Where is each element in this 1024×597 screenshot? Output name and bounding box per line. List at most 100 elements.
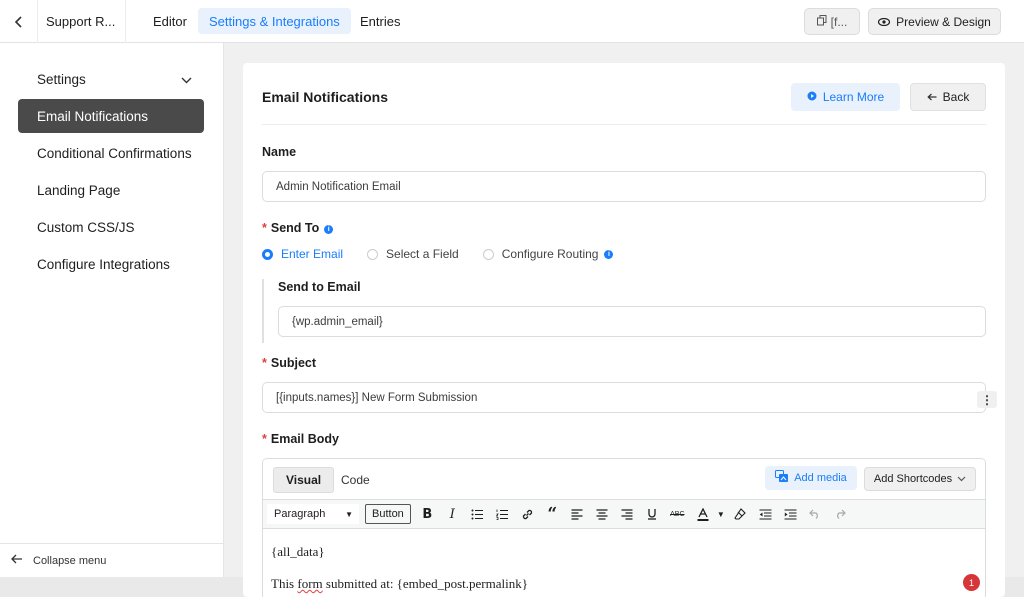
more-vertical-icon[interactable]: ⋮ [977, 391, 997, 408]
tab-code[interactable]: Code [329, 467, 382, 493]
editor-content-area[interactable]: {all_data} This form submitted at: {embe… [263, 529, 985, 597]
add-shortcodes-button[interactable]: Add Shortcodes [864, 467, 976, 491]
outdent-icon[interactable] [753, 503, 778, 525]
required-asterisk: * [262, 221, 267, 235]
editor-line: This form submitted at: {embed_post.perm… [271, 576, 528, 592]
strikethrough-icon[interactable]: ABC [665, 503, 690, 525]
header-divider [262, 124, 986, 125]
align-left-icon[interactable] [565, 503, 590, 525]
misspelled-word: form [297, 576, 323, 591]
tab-entries[interactable]: Entries [349, 8, 411, 34]
arrow-left-icon [11, 554, 23, 567]
required-asterisk: * [262, 432, 267, 446]
sidebar-item-label: Custom CSS/JS [37, 219, 135, 235]
editor-line-prefix: This [271, 576, 298, 591]
radio-circle [262, 248, 273, 260]
editor-line-suffix: submitted at: {embed_post.permalink} [322, 576, 528, 591]
required-asterisk: * [262, 356, 267, 370]
editor-toolbar: Paragraph ▼ Button B I “ ABC ▼ [263, 499, 985, 529]
radio-circle [367, 248, 379, 260]
eye-icon [878, 15, 891, 29]
blockquote-icon[interactable]: “ [540, 503, 565, 525]
arrow-left-icon [926, 90, 937, 104]
italic-icon[interactable]: I [440, 503, 465, 525]
page-title: Email Notifications [262, 89, 389, 105]
learn-more-label: Learn More [822, 90, 885, 104]
sidebar-item-label: Conditional Confirmations [37, 145, 192, 161]
shortcode-copy-button[interactable]: [f... [804, 8, 860, 35]
bullet-list-icon[interactable] [465, 503, 490, 525]
collapse-menu-button[interactable]: Collapse menu [0, 543, 224, 577]
link-icon[interactable] [515, 503, 540, 525]
caret-down-icon: ▼ [345, 509, 353, 519]
undo-icon[interactable] [803, 503, 828, 525]
info-icon[interactable]: i [604, 249, 614, 259]
radio-select-field[interactable]: Select a Field [367, 247, 459, 261]
learn-more-button[interactable]: Learn More [791, 83, 900, 111]
send-to-options: Enter Email Select a Field Configure Rou… [262, 246, 637, 262]
email-body-label: * Email Body [262, 432, 339, 446]
indent-icon[interactable] [778, 503, 803, 525]
shortcode-label: [f... [830, 14, 848, 29]
radio-enter-email[interactable]: Enter Email [262, 247, 343, 261]
tab-settings-integrations[interactable]: Settings & Integrations [198, 8, 351, 34]
align-center-icon[interactable] [590, 503, 615, 525]
add-media-button[interactable]: Add media [765, 466, 857, 490]
subject-label: * Subject [262, 356, 316, 370]
email-body-editor: Visual Code Add media Add Shortcodes Par… [262, 458, 986, 597]
editor-tabs: Visual Code Add media Add Shortcodes [263, 459, 985, 499]
insert-button-button[interactable]: Button [365, 504, 411, 524]
underline-icon[interactable] [640, 503, 665, 525]
notification-badge[interactable]: 1 [963, 574, 980, 591]
radio-circle [482, 248, 494, 260]
send-to-label-text: Send To [270, 221, 320, 235]
send-to-indent-line [262, 279, 266, 343]
send-to-email-label: Send to Email [278, 280, 361, 294]
format-select[interactable]: Paragraph ▼ [267, 504, 359, 524]
subject-input[interactable]: [{inputs.names}] New Form Submission ⋮ [262, 382, 997, 413]
add-shortcodes-label: Add Shortcodes [873, 473, 953, 485]
numbered-list-icon[interactable] [490, 503, 515, 525]
back-arrow-icon[interactable] [0, 0, 38, 43]
back-button[interactable]: Back [910, 83, 986, 111]
media-icon [775, 470, 789, 486]
sidebar-item-email-notifications[interactable]: Email Notifications [18, 99, 204, 133]
back-label: Back [942, 90, 970, 104]
email-body-label-text: Email Body [270, 432, 339, 446]
redo-icon[interactable] [828, 503, 853, 525]
preview-label: Preview & Design [896, 14, 991, 29]
name-input-value: Admin Notification Email [276, 180, 401, 193]
subject-label-text: Subject [270, 356, 317, 370]
play-circle-icon [807, 90, 817, 104]
info-icon[interactable]: i [324, 225, 334, 234]
sidebar-item-landing-page[interactable]: Landing Page [18, 173, 204, 207]
radio-configure-routing[interactable]: Configure Routing i [482, 247, 614, 261]
form-name-label[interactable]: Support R... [38, 0, 126, 43]
bold-icon[interactable]: B [415, 503, 440, 525]
eraser-icon[interactable] [728, 503, 753, 525]
sidebar-item-label: Email Notifications [37, 108, 149, 124]
radio-label: Configure Routing [501, 247, 599, 261]
chevron-down-icon [181, 72, 192, 87]
editor-line: {all_data} [271, 544, 325, 559]
caret-down-icon[interactable]: ▼ [714, 503, 728, 525]
subject-input-value: [{inputs.names}] New Form Submission [276, 391, 478, 404]
sidebar-item-conditional-confirmations[interactable]: Conditional Confirmations [18, 136, 204, 170]
email-notification-panel: Email Notifications Learn More Back Name… [243, 63, 1005, 597]
send-to-email-input[interactable]: {wp.admin_email} [278, 306, 986, 337]
collapse-menu-label: Collapse menu [33, 554, 107, 567]
sidebar-item-label: Configure Integrations [37, 256, 170, 272]
sidebar-item-settings[interactable]: Settings [18, 62, 204, 96]
radio-label: Enter Email [281, 247, 344, 261]
tab-visual[interactable]: Visual [273, 467, 335, 493]
text-color-icon[interactable] [692, 503, 714, 525]
name-label: Name [262, 145, 297, 159]
name-input[interactable]: Admin Notification Email [262, 171, 986, 202]
preview-design-button[interactable]: Preview & Design [868, 8, 1001, 35]
align-right-icon[interactable] [615, 503, 640, 525]
chevron-down-icon [957, 473, 966, 485]
tab-editor[interactable]: Editor [142, 8, 198, 34]
top-bar: Support R... Editor Settings & Integrati… [0, 0, 1024, 43]
sidebar-item-configure-integrations[interactable]: Configure Integrations [18, 247, 204, 281]
sidebar-item-custom-css-js[interactable]: Custom CSS/JS [18, 210, 204, 244]
